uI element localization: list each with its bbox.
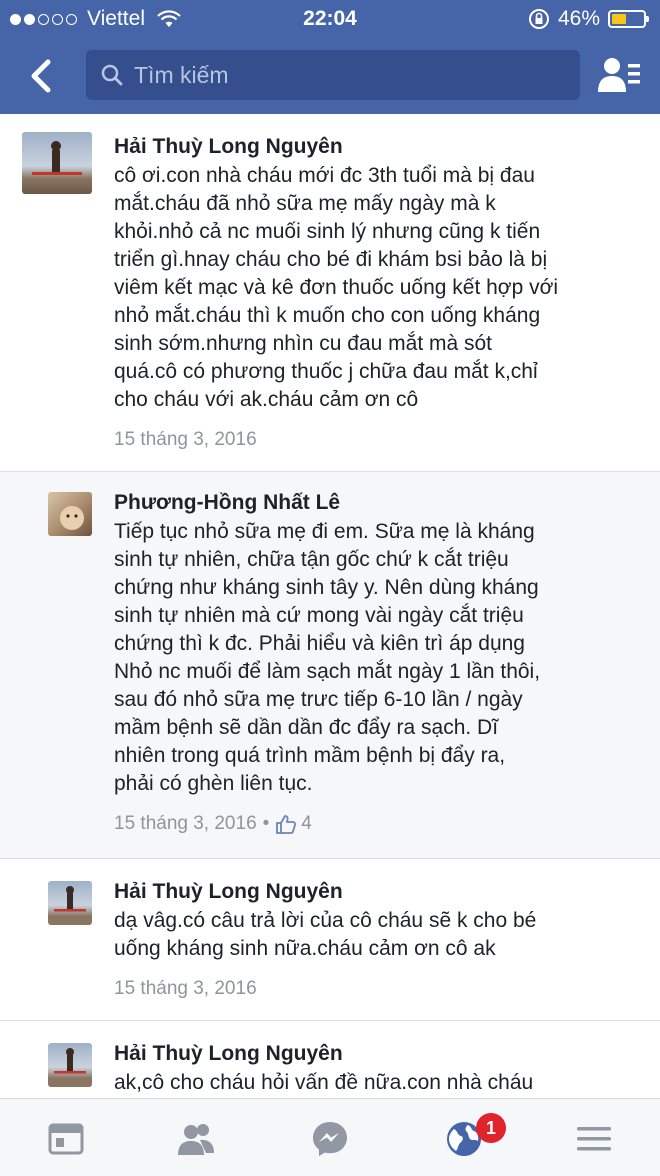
comment-text: Tiếp tục nhỏ sữa mẹ đi em. Sữa mẹ là khá… — [114, 518, 642, 798]
avatar[interactable] — [48, 881, 92, 925]
comment-date[interactable]: 15 tháng 3, 2016 — [114, 975, 257, 1003]
avatar[interactable] — [48, 1043, 92, 1087]
battery-level — [612, 14, 626, 24]
comment-author[interactable]: Phương-Hồng Nhất Lê — [114, 488, 642, 518]
comment-body: Phương-Hồng Nhất Lê Tiếp tục nhỏ sữa mẹ … — [114, 488, 642, 838]
comment-text: ak,cô cho cháu hỏi vấn đề nữa.con nhà ch… — [114, 1069, 642, 1097]
comment-meta: 15 tháng 3, 2016 — [114, 975, 642, 1003]
like-number: 4 — [301, 813, 312, 834]
comment-date[interactable]: 15 tháng 3, 2016 — [114, 426, 257, 454]
comment-line: nhỏ mắt.cháu thì k muốn cho con uống khá… — [114, 304, 541, 327]
comment-text: cô ơi.con nhà cháu mới đc 3th tuổi mà bị… — [114, 162, 642, 414]
comment-line: Nhỏ nc muối để làm sạch mắt ngày 1 lần t… — [114, 660, 541, 683]
comment-author[interactable]: Hải Thuỳ Long Nguyên — [114, 1039, 642, 1069]
back-chevron-icon[interactable] — [22, 54, 62, 98]
comment-line: viêm kết mạc và kê đơn thuốc uống kết hợ… — [114, 276, 559, 299]
comment-text: dạ vâg.có câu trả lời của cô cháu sẽ k c… — [114, 907, 642, 963]
comment-line: Tiếp tục nhỏ sữa mẹ đi em. Sữa mẹ là khá… — [114, 520, 535, 543]
tab-bar: 1 — [0, 1098, 660, 1176]
comment-line: khỏi.nhỏ cả nc muối sinh lý nhưng cũng k… — [114, 220, 541, 243]
comment-line: sinh sớm.nhưng nhìn cu đau mắt mà sót — [114, 332, 493, 355]
comment-line: quá.cô có phương thuốc j chữa đau mắt k,… — [114, 360, 538, 383]
avatar[interactable] — [48, 492, 92, 536]
comment-line: dạ vâg.có câu trả lời của cô cháu sẽ k c… — [114, 909, 537, 932]
comment-body: Hải Thuỳ Long Nguyên ak,cô cho cháu hỏi … — [114, 1039, 642, 1097]
search-icon — [101, 64, 123, 86]
comment-item: Phương-Hồng Nhất Lê Tiếp tục nhỏ sữa mẹ … — [0, 472, 660, 859]
comment-date[interactable]: 15 tháng 3, 2016 — [114, 810, 257, 838]
notification-badge: 1 — [476, 1113, 506, 1143]
comment-line: mắt.cháu đã nhỏ sữa mẹ mấy ngày mà k — [114, 192, 496, 215]
search-placeholder: Tìm kiếm — [134, 61, 229, 88]
messenger-icon[interactable] — [310, 1119, 350, 1159]
comment-line: sinh tự nhiên, chữa tận gốc chứ k cắt tr… — [114, 548, 509, 571]
avatar[interactable] — [22, 132, 92, 194]
comment-line: phải có ghèn liên tục. — [114, 772, 313, 795]
rotation-lock-icon — [528, 9, 549, 29]
comment-line: mầm bệnh sẽ dần dần đc đẩy ra sạch. Dĩ — [114, 716, 499, 739]
comment-line: nhiên trong quá trình mầm bệnh bị đẩy ra… — [114, 744, 506, 767]
comment-line: uống kháng sinh nữa.cháu cảm ơn cô ak — [114, 937, 496, 960]
search-input[interactable]: Tìm kiếm — [86, 50, 580, 100]
comment-line: sinh tự nhiên mà cứ mong vài ngày cắt tr… — [114, 604, 524, 627]
comment-author[interactable]: Hải Thuỳ Long Nguyên — [114, 132, 642, 162]
comment-body: Hải Thuỳ Long Nguyên dạ vâg.có câu trả l… — [114, 877, 642, 1003]
comment-item: Hải Thuỳ Long Nguyên dạ vâg.có câu trả l… — [0, 859, 660, 1021]
comment-meta: 15 tháng 3, 2016 • 4 — [114, 810, 642, 838]
comment-body: Hải Thuỳ Long Nguyên cô ơi.con nhà cháu … — [114, 132, 642, 454]
menu-icon[interactable] — [574, 1119, 614, 1159]
comment-line: sau đó nhỏ sữa mẹ trưc tiếp 6-10 lần / n… — [114, 688, 523, 711]
like-count[interactable]: 4 — [275, 810, 312, 838]
friend-list-icon[interactable] — [596, 54, 642, 98]
comment-line: chứng như kháng sinh tây y. Nên dùng khá… — [114, 576, 539, 599]
status-bar: Viettel 22:04 46% — [0, 0, 660, 40]
comment-item: Hải Thuỳ Long Nguyên ak,cô cho cháu hỏi … — [0, 1021, 660, 1098]
status-right: 46% — [528, 7, 649, 31]
comment-line: triển gì.hnay cháu cho bé đi khám bsi bả… — [114, 248, 548, 271]
thumbs-up-icon — [276, 815, 297, 834]
comment-meta: 15 tháng 3, 2016 — [114, 426, 642, 454]
comment-item: Hải Thuỳ Long Nguyên cô ơi.con nhà cháu … — [0, 114, 660, 472]
comment-thread: Hải Thuỳ Long Nguyên cô ơi.con nhà cháu … — [0, 114, 660, 1098]
battery-percent: 46% — [557, 7, 600, 30]
meta-separator: • — [262, 813, 270, 834]
comment-author[interactable]: Hải Thuỳ Long Nguyên — [114, 877, 642, 907]
news-feed-icon[interactable] — [46, 1119, 86, 1159]
comment-line: cô ơi.con nhà cháu mới đc 3th tuổi mà bị… — [114, 164, 535, 187]
nav-bar: Tìm kiếm — [0, 40, 660, 114]
battery-icon — [608, 10, 649, 28]
friend-requests-icon[interactable] — [176, 1119, 216, 1159]
comment-line: cho cháu với ak.cháu cảm ơn cô — [114, 388, 419, 411]
comment-line: chứng thì k đc. Phải hiểu và kiên trì áp… — [114, 632, 525, 655]
comment-line: ak,cô cho cháu hỏi vấn đề nữa.con nhà ch… — [114, 1071, 534, 1094]
